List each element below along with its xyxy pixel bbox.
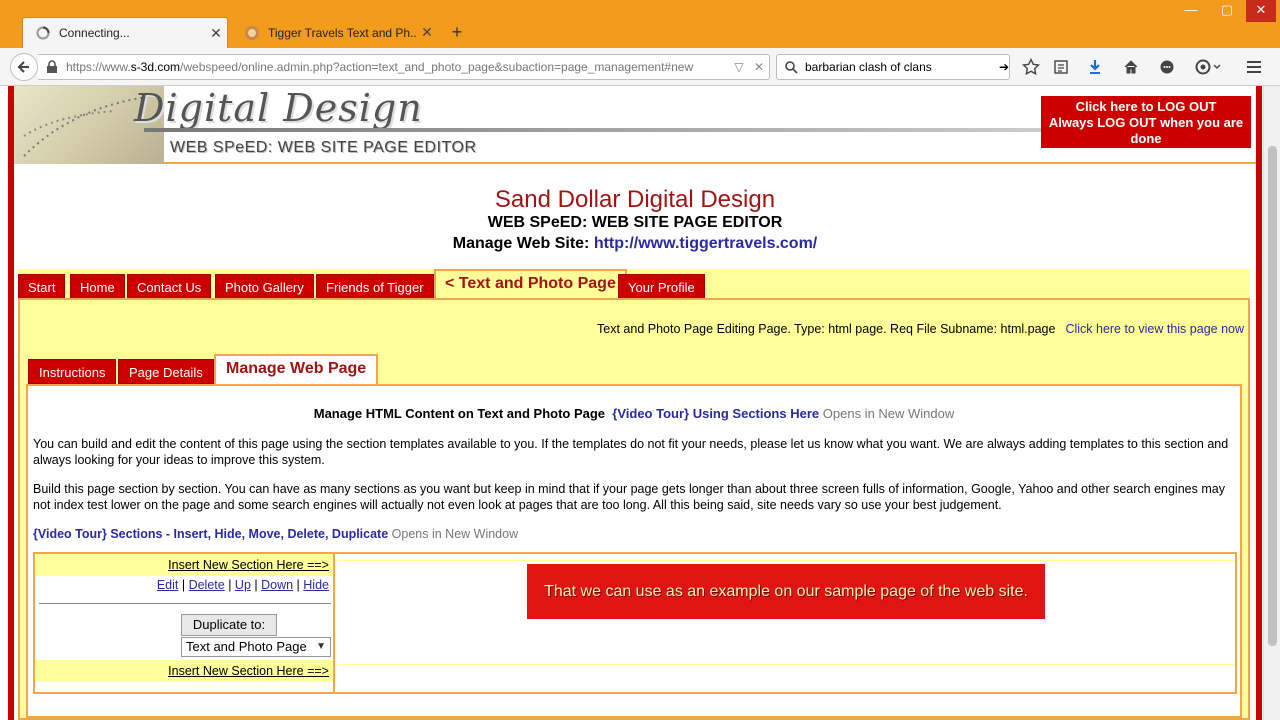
up-link[interactable]: Up: [235, 578, 251, 592]
stop-icon[interactable]: ✕: [749, 60, 769, 74]
banner-rule: [144, 128, 1044, 132]
manage-content: Manage HTML Content on Text and Photo Pa…: [26, 384, 1242, 718]
new-window-note: Opens in New Window: [822, 406, 955, 421]
browser-navbar: https://www.s-3d.com/webspeed/online.adm…: [0, 48, 1280, 86]
view-page-link[interactable]: Click here to view this page now: [1065, 322, 1244, 336]
site-subtitle: WEB SPeED: WEB SITE PAGE EDITOR: [487, 214, 783, 231]
new-tab-button[interactable]: +: [446, 20, 468, 44]
tab-label: Tigger Travels Text and Ph...: [268, 25, 416, 40]
tab-label: Connecting...: [59, 26, 130, 40]
page-info: Text and Photo Page Editing Page. Type: …: [597, 322, 1056, 336]
video-tour-line: {Video Tour} Sections - Insert, Hide, Mo…: [33, 526, 1233, 542]
tab-friends-of-tigger[interactable]: Friends of Tigger: [316, 274, 434, 299]
video-tour-link[interactable]: {Video Tour} Using Sections Here: [612, 406, 819, 421]
sections-table: Insert New Section Here ==> Edit | Delet…: [33, 552, 1237, 694]
banner-subtitle: WEB SPeED: WEB SITE PAGE EDITOR: [170, 139, 477, 156]
loading-icon: [35, 25, 51, 41]
url-bar[interactable]: https://www.s-3d.com/webspeed/online.adm…: [38, 54, 770, 80]
tab-manage-web-page[interactable]: Manage Web Page: [214, 354, 379, 384]
insert-section-link[interactable]: Insert New Section Here ==>: [168, 558, 329, 572]
section-ops: Edit | Delete | Up | Down | Hide: [156, 578, 329, 592]
preview-divider: [337, 664, 1235, 665]
delete-link[interactable]: Delete: [189, 578, 225, 592]
divider: [39, 603, 331, 604]
content-heading: Manage HTML Content on Text and Photo Pa…: [313, 406, 606, 421]
chat-icon[interactable]: [1156, 57, 1178, 77]
search-input[interactable]: [805, 60, 999, 74]
close-window-icon[interactable]: ✕: [1246, 0, 1276, 22]
duplicate-select-value: Text and Photo Page: [186, 639, 307, 654]
page-info-line: Text and Photo Page Editing Page. Type: …: [597, 322, 1244, 336]
tab-page-details[interactable]: Page Details: [118, 359, 214, 384]
browser-tab-tigger[interactable]: Tigger Travels Text and Ph... ✕: [232, 17, 438, 48]
minimize-icon[interactable]: —: [1178, 0, 1204, 22]
favicon-icon: [244, 25, 260, 41]
chevron-down-icon: ▼: [316, 641, 326, 652]
reading-list-icon[interactable]: [1050, 57, 1072, 77]
insert-section-bottom: Insert New Section Here ==>: [35, 660, 333, 682]
tab-instructions[interactable]: Instructions: [28, 359, 117, 384]
tab-contact-us[interactable]: Contact Us: [127, 274, 212, 299]
url-text: https://www.s-3d.com/webspeed/online.adm…: [66, 60, 694, 74]
logout-button[interactable]: Click here to LOG OUT Always LOG OUT whe…: [1041, 96, 1251, 148]
site-banner: Digital Design WEB SPeED: WEB SITE PAGE …: [14, 86, 1256, 164]
browser-tab-connecting[interactable]: Connecting... ✕: [22, 17, 228, 48]
duplicate-button[interactable]: Duplicate to:: [181, 614, 277, 636]
download-icon[interactable]: [1084, 57, 1106, 77]
search-bar[interactable]: ➔: [776, 54, 1010, 80]
main-panel: Text and Photo Page Editing Page. Type: …: [18, 298, 1250, 720]
logout-line1: Click here to LOG OUT: [1075, 99, 1217, 114]
manage-site-label: Manage Web Site:: [452, 235, 594, 252]
insert-section-top: Insert New Section Here ==>: [35, 554, 333, 576]
content-heading-line: Manage HTML Content on Text and Photo Pa…: [28, 406, 1240, 421]
addon-menu-icon[interactable]: [1192, 57, 1224, 77]
close-tab-icon[interactable]: ✕: [205, 25, 227, 42]
logout-line2: Always LOG OUT when you are done: [1048, 115, 1244, 146]
insert-section-link[interactable]: Insert New Section Here ==>: [168, 664, 329, 678]
page-scrollbar[interactable]: [1263, 86, 1280, 720]
maximize-icon[interactable]: ▢: [1214, 0, 1240, 22]
section-callout: That we can use as an example on our sam…: [527, 564, 1045, 619]
page-frame: Digital Design WEB SPeED: WEB SITE PAGE …: [8, 86, 1262, 720]
bookmark-star-icon[interactable]: [1020, 57, 1042, 77]
site-title: Sand Dollar Digital Design: [494, 186, 776, 213]
guidance-paragraph: Build this page section by section. You …: [33, 482, 1225, 512]
main-tabs: Start Home Contact Us Photo Gallery Frie…: [18, 269, 1250, 299]
down-link[interactable]: Down: [261, 578, 293, 592]
manage-site-link[interactable]: http://www.tiggertravels.com/: [594, 235, 817, 252]
tab-start[interactable]: Start: [18, 274, 66, 299]
home-icon[interactable]: [1120, 57, 1142, 77]
search-icon: [785, 60, 799, 74]
preview-divider: [337, 560, 1235, 561]
page-body: Digital Design WEB SPeED: WEB SITE PAGE …: [14, 86, 1256, 720]
intro-paragraph: You can build and edit the content of th…: [33, 437, 1229, 467]
manage-site-line: Manage Web Site: http://www.tiggertravel…: [14, 235, 1256, 253]
tab-photo-gallery[interactable]: Photo Gallery: [215, 274, 314, 299]
scrollbar-thumb[interactable]: [1268, 146, 1277, 646]
browser-titlebar: Connecting... ✕ Tigger Travels Text and …: [0, 0, 1280, 48]
tab-text-and-photo-page[interactable]: < Text and Photo Page: [434, 269, 627, 299]
video-tour-sections-link[interactable]: {Video Tour} Sections - Insert, Hide, Mo…: [33, 527, 388, 541]
edit-link[interactable]: Edit: [157, 578, 179, 592]
lock-icon: [46, 60, 60, 74]
search-go-icon[interactable]: ➔: [999, 60, 1009, 74]
dropdown-icon[interactable]: ▽: [729, 60, 749, 74]
section-preview: That we can use as an example on our sam…: [337, 554, 1235, 692]
web-page: Digital Design WEB SPeED: WEB SITE PAGE …: [0, 86, 1280, 720]
close-tab-icon[interactable]: ✕: [416, 24, 438, 41]
hide-link[interactable]: Hide: [303, 578, 329, 592]
back-arrow-icon: [17, 61, 29, 73]
banner-logo: Digital Design: [134, 86, 423, 130]
back-button[interactable]: [10, 53, 38, 81]
tab-home[interactable]: Home: [70, 274, 125, 299]
new-window-note: Opens in New Window: [391, 527, 519, 541]
tab-your-profile[interactable]: Your Profile: [618, 274, 705, 299]
hamburger-menu-icon[interactable]: [1243, 57, 1265, 77]
duplicate-select[interactable]: Text and Photo Page ▼: [181, 637, 331, 657]
section-controls: Insert New Section Here ==> Edit | Delet…: [35, 554, 335, 692]
